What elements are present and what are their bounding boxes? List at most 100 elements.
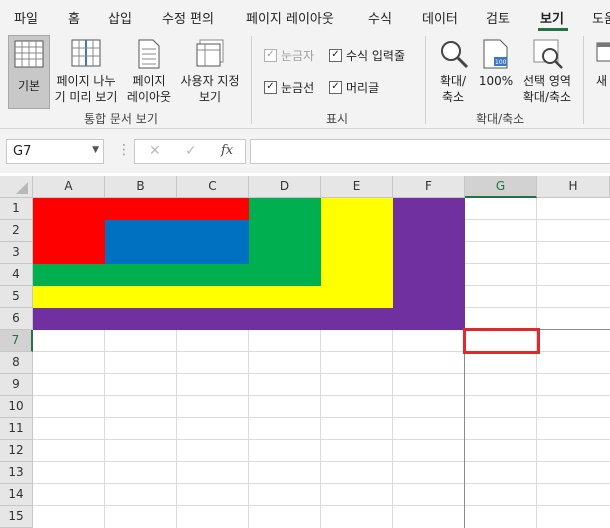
tab-home[interactable]: 홈 [68,8,80,27]
svg-text:100: 100 [495,59,507,66]
row-header-4[interactable]: 4 [0,264,33,286]
column-header-h[interactable]: H [537,176,610,198]
ribbon-separator [425,36,426,124]
new-window-button[interactable]: 새 [592,35,610,107]
page-break-preview-label-1: 페이지 나누 [56,74,116,88]
insert-function-icon[interactable]: fx [221,143,233,158]
ribbon-separator [251,36,252,124]
column-header-f[interactable]: F [393,176,465,198]
gridline [33,461,610,462]
confirm-icon[interactable]: ✓ [185,143,197,159]
row-header-1[interactable]: 1 [0,198,33,220]
custom-views-label-1: 사용자 지정 [180,74,240,88]
row-header-15[interactable]: 15 [0,506,33,528]
row-header-11[interactable]: 11 [0,418,33,440]
zoom-selection-label-1: 선택 영역 [523,74,571,88]
zoom-to-selection-button[interactable]: 선택 영역 확대/축소 [516,35,578,107]
zoom-100-icon: 100 [483,39,508,69]
tab-view[interactable]: 보기 [540,8,564,27]
tab-page-layout[interactable]: 페이지 레이아웃 [246,8,334,27]
formula-bar-check-icon: ✓ [329,49,342,62]
blue-fill-region[interactable] [105,220,249,264]
row-header-7[interactable]: 7 [0,330,33,352]
cancel-icon[interactable]: ✕ [149,143,161,159]
name-box[interactable]: G7 ▼ [6,139,104,164]
ruler-check-icon: ✓ [264,49,277,62]
row-header-12[interactable]: 12 [0,440,33,462]
page-break-preview-label-2: 기 미리 보기 [54,90,118,104]
tab-file[interactable]: 파일 [14,8,38,27]
normal-view-label: 기본 [17,79,41,93]
page-layout-label-2: 레이아웃 [126,90,172,104]
tab-help[interactable]: 도움 [592,8,610,27]
selected-cell-g7[interactable] [463,328,540,354]
ribbon-view: 기본 페이지 나누 기 미리 보기 페이지 레이아웃 사용자 지정 보기 통합 … [0,32,610,129]
show-group-label: 표시 [326,112,349,126]
row-header-9[interactable]: 9 [0,374,33,396]
zoom-group-label: 확대/축소 [476,112,525,126]
gridline [33,439,610,440]
tab-data[interactable]: 데이터 [422,8,458,27]
magnifier-icon [441,41,469,69]
new-window-icon [596,42,610,62]
zoom-button[interactable]: 확대/ 축소 [432,35,474,107]
column-header-c[interactable]: C [177,176,249,198]
row-header-10[interactable]: 10 [0,396,33,418]
gridline [33,373,610,374]
zoom-label-2: 축소 [441,90,465,104]
tab-review[interactable]: 검토 [486,8,510,27]
tab-insert[interactable]: 삽입 [108,8,132,27]
worksheet-grid[interactable]: A B C D E F G H 1 2 3 4 5 6 7 8 9 10 11 … [0,176,610,528]
page-break-preview-icon [71,39,101,67]
row-header-2[interactable]: 2 [0,220,33,242]
custom-views-label-2: 보기 [198,90,222,104]
page-break-preview-button[interactable]: 페이지 나누 기 미리 보기 [50,35,122,107]
zoom-100-button[interactable]: 100 100% [476,35,516,107]
zoom-selection-icon [533,39,563,69]
formula-bar-checkbox[interactable]: ✓ 수식 입력줄 [329,47,405,64]
zoom-selection-label-2: 확대/축소 [522,90,572,104]
headings-checkbox[interactable]: ✓ 머리글 [329,79,379,96]
gridline [33,483,610,484]
tab-formulas[interactable]: 수식 [368,8,392,27]
ruler-checkbox: ✓ 눈금자 [264,47,314,64]
formula-buttons: ✕ ✓ fx [134,139,246,164]
row-header-3[interactable]: 3 [0,242,33,264]
gridline [33,417,610,418]
gridline [536,198,537,528]
formula-bar-area: G7 ▼ ⋮ ✕ ✓ fx [0,129,610,173]
gridlines-checkbox[interactable]: ✓ 눈금선 [264,79,314,96]
gridline [33,395,610,396]
column-header-d[interactable]: D [249,176,321,198]
headings-label: 머리글 [346,81,380,95]
column-header-g[interactable]: G [465,176,537,198]
chevron-down-icon[interactable]: ▼ [92,145,99,155]
formula-input[interactable] [250,139,610,164]
row-header-5[interactable]: 5 [0,286,33,308]
workbook-views-group-label: 통합 문서 보기 [84,112,158,126]
tab-edit-convenience[interactable]: 수정 편의 [162,8,214,27]
drag-handle-icon[interactable]: ⋮ [117,142,131,158]
zoom-label-1: 확대/ [439,74,467,88]
row-header-6[interactable]: 6 [0,308,33,330]
page-layout-view-button[interactable]: 페이지 레이아웃 [124,35,174,107]
column-header-b[interactable]: B [105,176,177,198]
normal-view-icon [14,40,44,68]
gridlines-check-icon: ✓ [264,81,277,94]
column-header-e[interactable]: E [321,176,393,198]
row-header-14[interactable]: 14 [0,484,33,506]
page-layout-label-1: 페이지 [132,74,166,88]
custom-views-button[interactable]: 사용자 지정 보기 [176,35,244,107]
new-window-label: 새 [596,74,608,88]
select-all-corner[interactable] [0,176,33,198]
normal-view-button[interactable]: 기본 [8,35,50,109]
page-layout-icon [138,39,160,69]
row-header-13[interactable]: 13 [0,462,33,484]
ruler-label: 눈금자 [281,49,315,63]
active-tab-indicator [538,28,568,31]
row-header-8[interactable]: 8 [0,352,33,374]
gridlines-label: 눈금선 [281,81,315,95]
column-header-a[interactable]: A [33,176,105,198]
headings-check-icon: ✓ [329,81,342,94]
ribbon-tab-bar: 파일 홈 삽입 수정 편의 페이지 레이아웃 수식 데이터 검토 보기 도움 [0,0,610,32]
